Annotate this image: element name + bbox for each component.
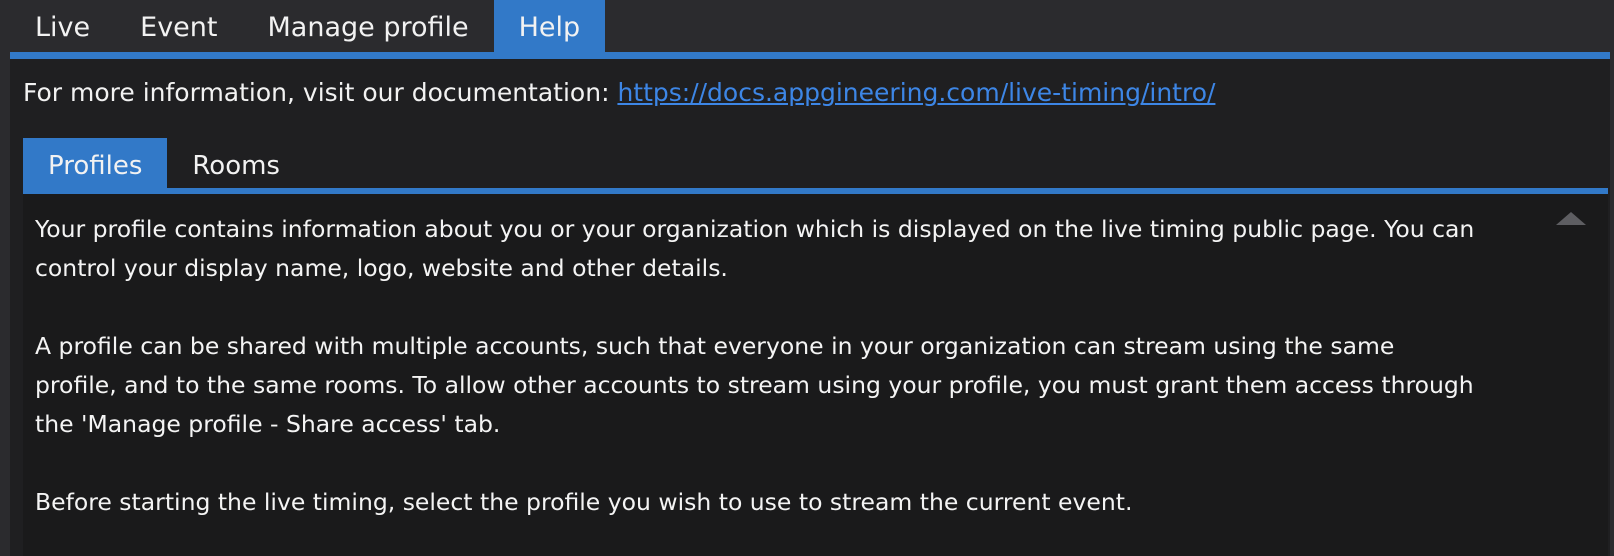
documentation-info: For more information, visit our document… xyxy=(23,78,1215,107)
scroll-up-icon[interactable] xyxy=(1556,212,1586,225)
help-paragraph-profile-info: Your profile contains information about … xyxy=(35,215,1475,282)
help-panel: For more information, visit our document… xyxy=(10,59,1610,556)
documentation-info-text: For more information, visit our document… xyxy=(23,78,618,107)
tab-help[interactable]: Help xyxy=(493,0,606,52)
help-paragraph-sharing: A profile can be shared with multiple ac… xyxy=(35,332,1474,438)
tab-profiles[interactable]: Profiles xyxy=(23,138,168,189)
help-text: Your profile contains information about … xyxy=(35,210,1475,556)
main-tab-bar: Live Event Manage profile Help xyxy=(10,0,606,52)
tab-manage-profile[interactable]: Manage profile xyxy=(243,0,494,52)
tab-rooms[interactable]: Rooms xyxy=(167,138,305,189)
documentation-link[interactable]: https://docs.appgineering.com/live-timin… xyxy=(617,78,1215,107)
help-tab-bar: Profiles Rooms xyxy=(23,138,305,189)
tab-event[interactable]: Event xyxy=(115,0,242,52)
tab-live[interactable]: Live xyxy=(10,0,115,52)
main-tab-underline xyxy=(10,52,1610,59)
profiles-help-content[interactable]: Your profile contains information about … xyxy=(23,194,1608,556)
help-paragraph-select-profile: Before starting the live timing, select … xyxy=(35,488,1133,516)
